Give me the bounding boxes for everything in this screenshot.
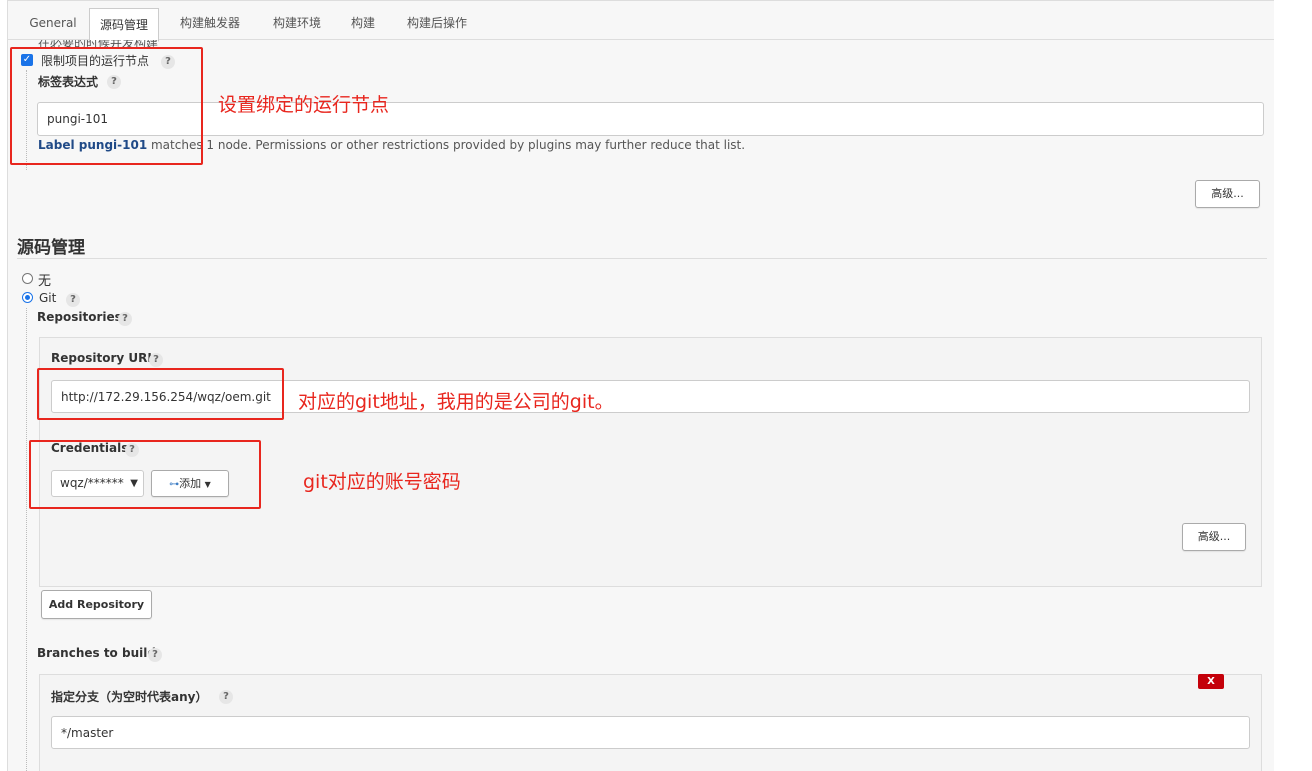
radio-none[interactable] [22, 273, 33, 284]
label-match-text: matches 1 node. Permissions or other res… [147, 138, 746, 152]
delete-branch-button[interactable]: X [1198, 674, 1224, 689]
help-icon[interactable]: ? [149, 353, 163, 367]
advanced-button[interactable]: 高级... [1195, 180, 1260, 208]
tab-scm[interactable]: 源码管理 [89, 8, 159, 42]
tab-general[interactable]: General [18, 7, 88, 41]
tab-build-environment[interactable]: 构建环境 [261, 7, 333, 41]
indent-guide [26, 308, 27, 771]
scm-heading: 源码管理 [17, 238, 85, 258]
repo-url-label: Repository URL [51, 351, 155, 365]
right-margin [1274, 0, 1312, 771]
radio-git-label: Git [39, 291, 57, 305]
radio-none-label: 无 [38, 274, 52, 289]
help-icon[interactable]: ? [66, 293, 80, 307]
help-icon[interactable]: ? [118, 312, 132, 326]
tab-post-build[interactable]: 构建后操作 [394, 7, 480, 41]
repositories-label: Repositories [37, 310, 122, 324]
annotation-node: 设置绑定的运行节点 [218, 94, 390, 116]
annotation-box-credentials [29, 440, 261, 509]
help-icon[interactable]: ? [219, 690, 233, 704]
annotation-box-git-url [37, 368, 284, 420]
tab-build-triggers[interactable]: 构建触发器 [168, 7, 252, 41]
config-page: General 源码管理 构建触发器 构建环境 构建 构建后操作 在必要的时候并… [7, 0, 1275, 771]
tab-bar: General 源码管理 构建触发器 构建环境 构建 构建后操作 [8, 0, 1274, 42]
add-repository-button[interactable]: Add Repository [41, 590, 152, 619]
annotation-box-node [10, 47, 203, 165]
repo-advanced-button[interactable]: 高级... [1182, 523, 1246, 551]
radio-git[interactable] [22, 292, 33, 303]
annotation-git-url: 对应的git地址，我用的是公司的git。 [298, 391, 614, 413]
tab-build[interactable]: 构建 [342, 7, 384, 41]
help-icon[interactable]: ? [148, 648, 162, 662]
branch-spec-label: 指定分支（为空时代表any） [51, 690, 208, 704]
heading-divider [17, 258, 1267, 259]
branch-input[interactable]: */master [51, 716, 1250, 749]
annotation-credentials: git对应的账号密码 [303, 471, 461, 493]
branches-label: Branches to build [37, 646, 156, 660]
